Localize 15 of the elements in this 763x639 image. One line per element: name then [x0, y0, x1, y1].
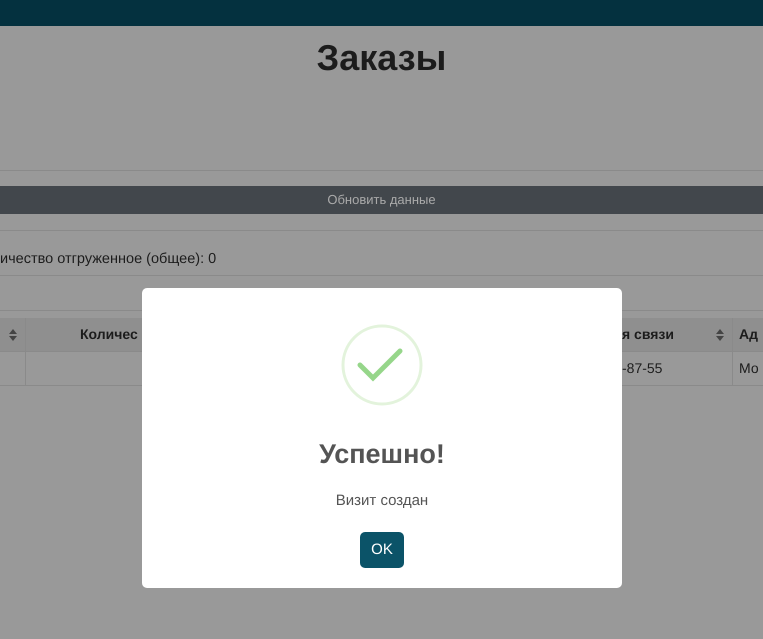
table-cell-text: -87-55 — [622, 359, 662, 378]
sort-icon[interactable] — [716, 328, 724, 340]
ok-button[interactable]: OK — [360, 532, 404, 568]
header-label: Ад — [739, 325, 758, 344]
column-header[interactable]: Ад — [733, 318, 763, 351]
dialog-message: Визит создан — [336, 490, 428, 511]
page-title: Заказы — [0, 26, 763, 171]
refresh-button[interactable]: Обновить данные — [0, 186, 763, 214]
sort-icon[interactable] — [8, 328, 16, 340]
header-label: я связи — [622, 325, 674, 344]
check-circle-icon — [341, 324, 423, 406]
summary-text: ичество отгруженное (общее): 0 — [0, 250, 218, 269]
dialog-title: Успешно! — [319, 440, 445, 470]
table-cell-text: Мо — [739, 359, 759, 378]
header-label: Количес — [80, 325, 138, 344]
